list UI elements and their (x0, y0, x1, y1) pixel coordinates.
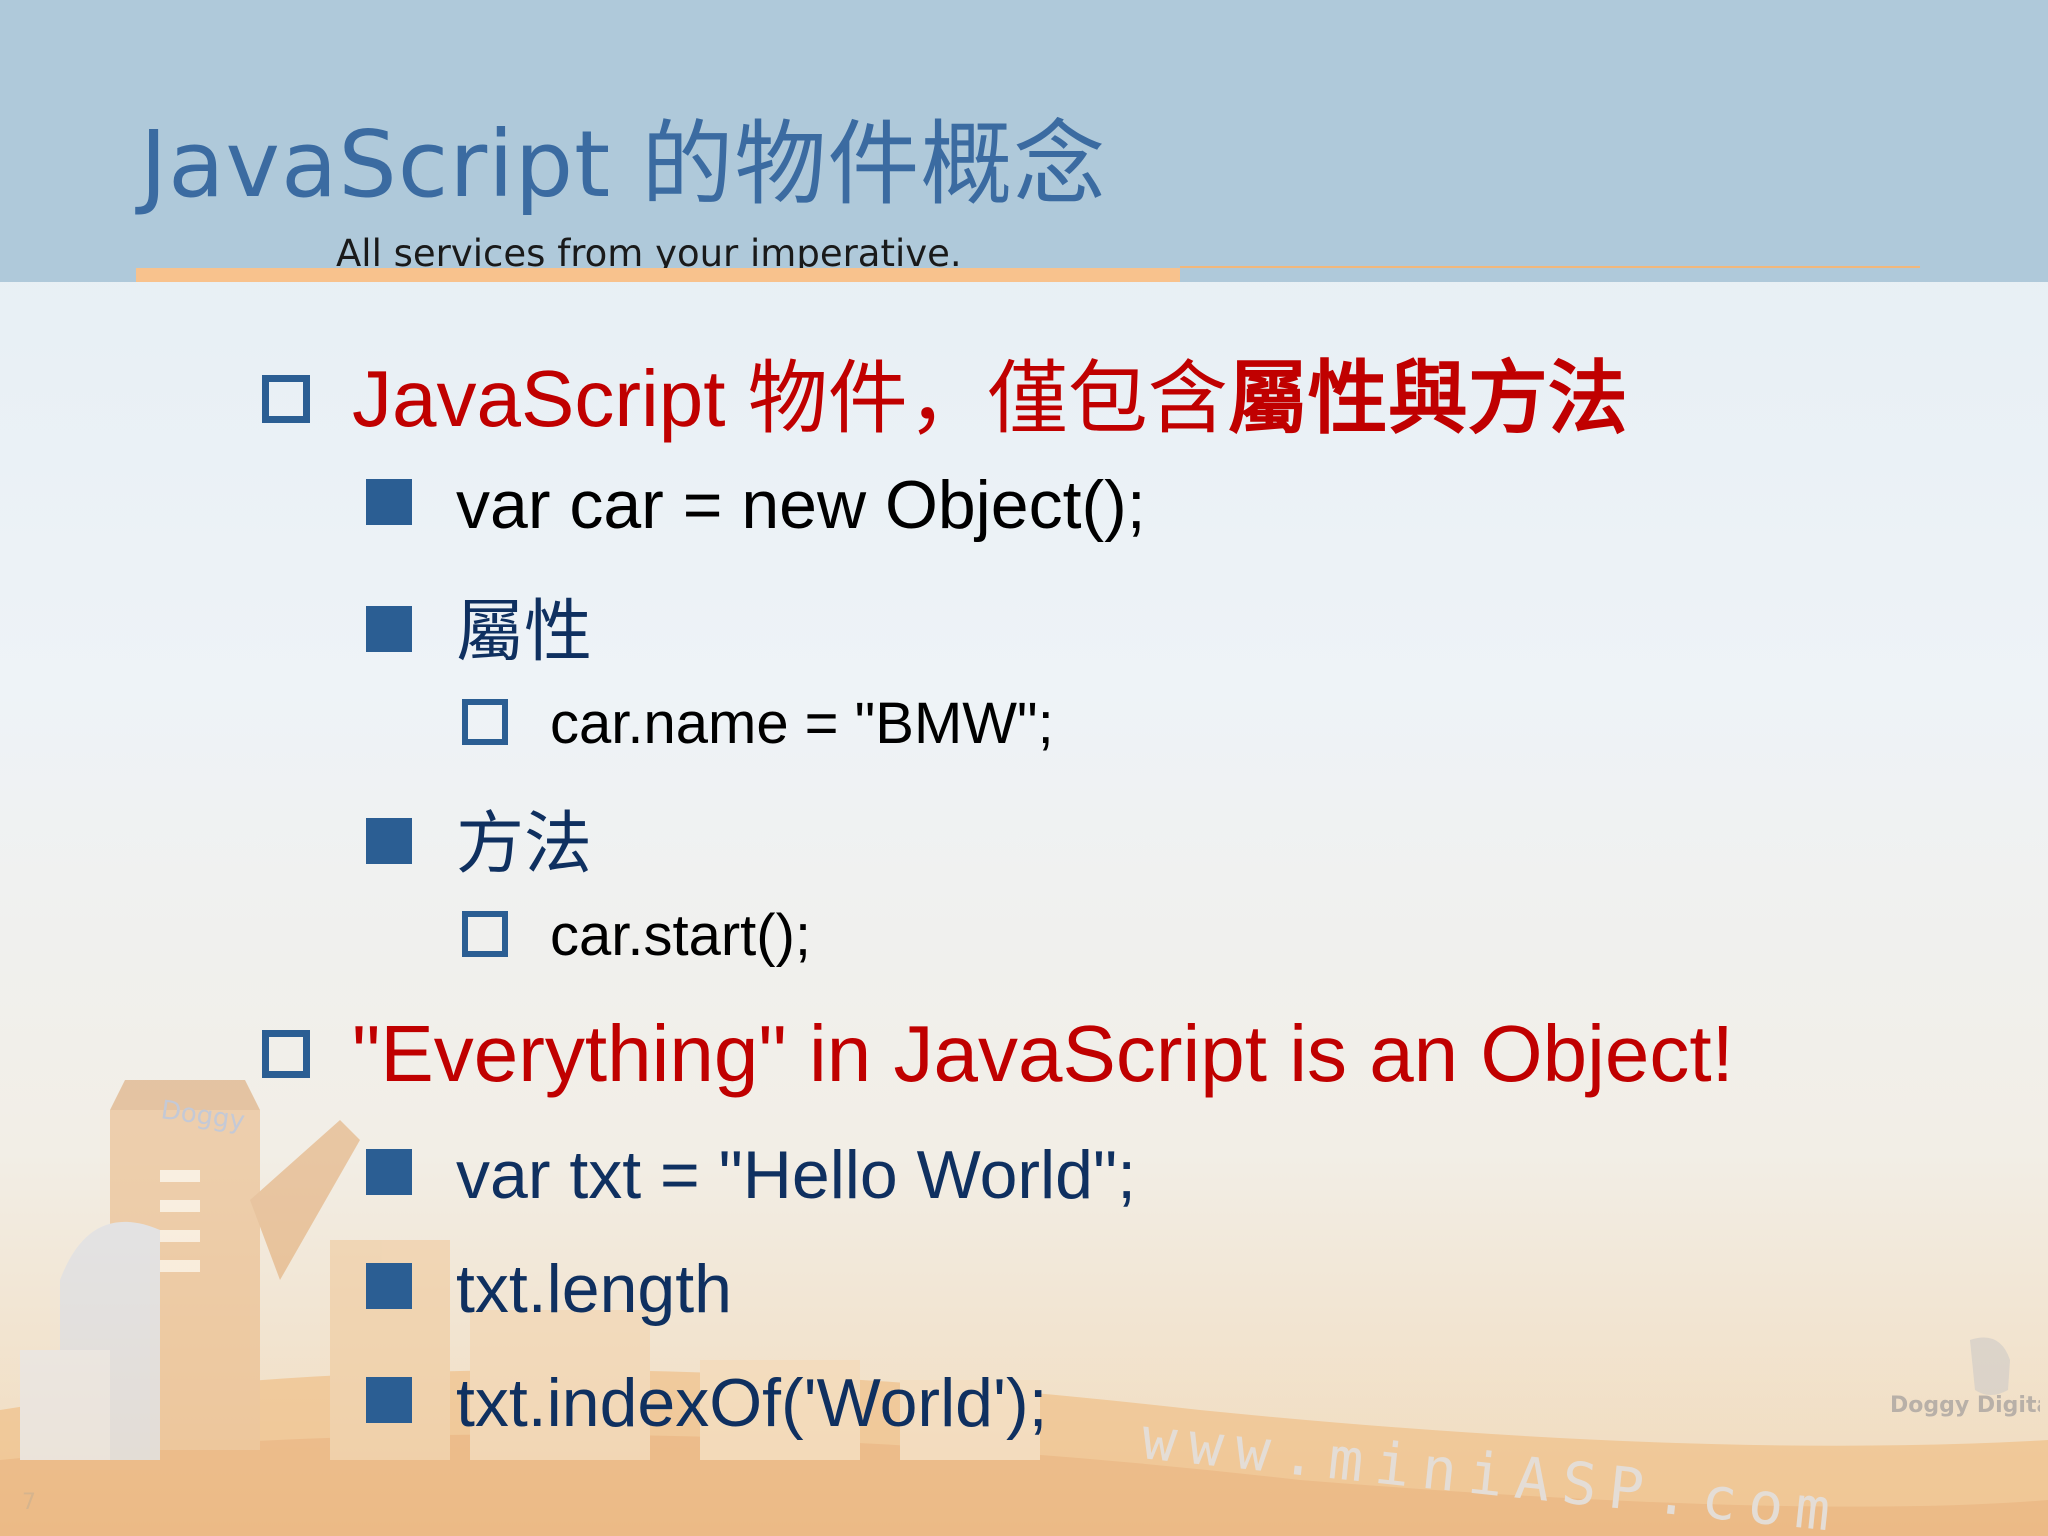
filled-square-bullet-icon (366, 1377, 412, 1424)
bullet-1-2: 屬性 (366, 576, 592, 675)
hollow-square-bullet-icon (462, 698, 508, 745)
filled-square-bullet-icon (366, 606, 412, 653)
hollow-square-bullet-icon (262, 1029, 310, 1078)
bullet-1-3-1: car.start(); (462, 902, 811, 969)
bullet-2-text: "Everything" in JavaScript is an Object! (352, 1009, 1734, 1098)
filled-square-bullet-icon (366, 1263, 412, 1310)
bullet-1-2-1: car.name = "BMW"; (462, 690, 1054, 757)
logo-text: Doggy Digital Creative (1890, 1393, 2040, 1418)
doggy-logo: Doggy Digital Creative (1890, 1337, 2040, 1418)
bullet-1: JavaScript 物件，僅包含屬性與方法 (262, 334, 1628, 450)
bullet-2-3: txt.indexOf('World'); (366, 1364, 1048, 1442)
filled-square-bullet-icon (366, 818, 412, 865)
slide: JavaScript 的物件概念 All services from your … (0, 0, 2048, 1536)
hollow-square-bullet-icon (262, 374, 310, 423)
bullet-1-2-text: 屬性 (456, 594, 593, 670)
bullet-1-1: var car = new Object(); (366, 466, 1146, 544)
filled-square-bullet-icon (366, 479, 412, 526)
bullet-1-text: JavaScript 物件，僅包含 (352, 354, 1228, 443)
bullet-2: "Everything" in JavaScript is an Object! (262, 1008, 1734, 1100)
page-number: 7 (22, 1490, 36, 1515)
filled-square-bullet-icon (366, 1149, 412, 1196)
bullet-1-3: 方法 (366, 788, 592, 887)
title-underline-thin (1180, 266, 1920, 268)
slide-title: JavaScript 的物件概念 (140, 111, 1107, 218)
bullet-2-1: var txt = "Hello World"; (366, 1136, 1136, 1214)
bullet-2-2-text: txt.length (456, 1251, 732, 1327)
bullet-1-1-text: var car = new Object(); (456, 467, 1146, 543)
bullet-1-3-1-text: car.start(); (550, 903, 812, 968)
title-underline (136, 268, 1180, 282)
bullet-2-1-text: var txt = "Hello World"; (456, 1137, 1136, 1213)
bullet-2-3-text: txt.indexOf('World'); (456, 1365, 1048, 1441)
bullet-1-emphasis: 屬性與方法 (1227, 354, 1628, 443)
bullet-2-2: txt.length (366, 1250, 732, 1328)
bullet-1-2-1-text: car.name = "BMW"; (550, 691, 1054, 756)
hollow-square-bullet-icon (462, 910, 508, 957)
bullet-1-3-text: 方法 (456, 806, 593, 882)
